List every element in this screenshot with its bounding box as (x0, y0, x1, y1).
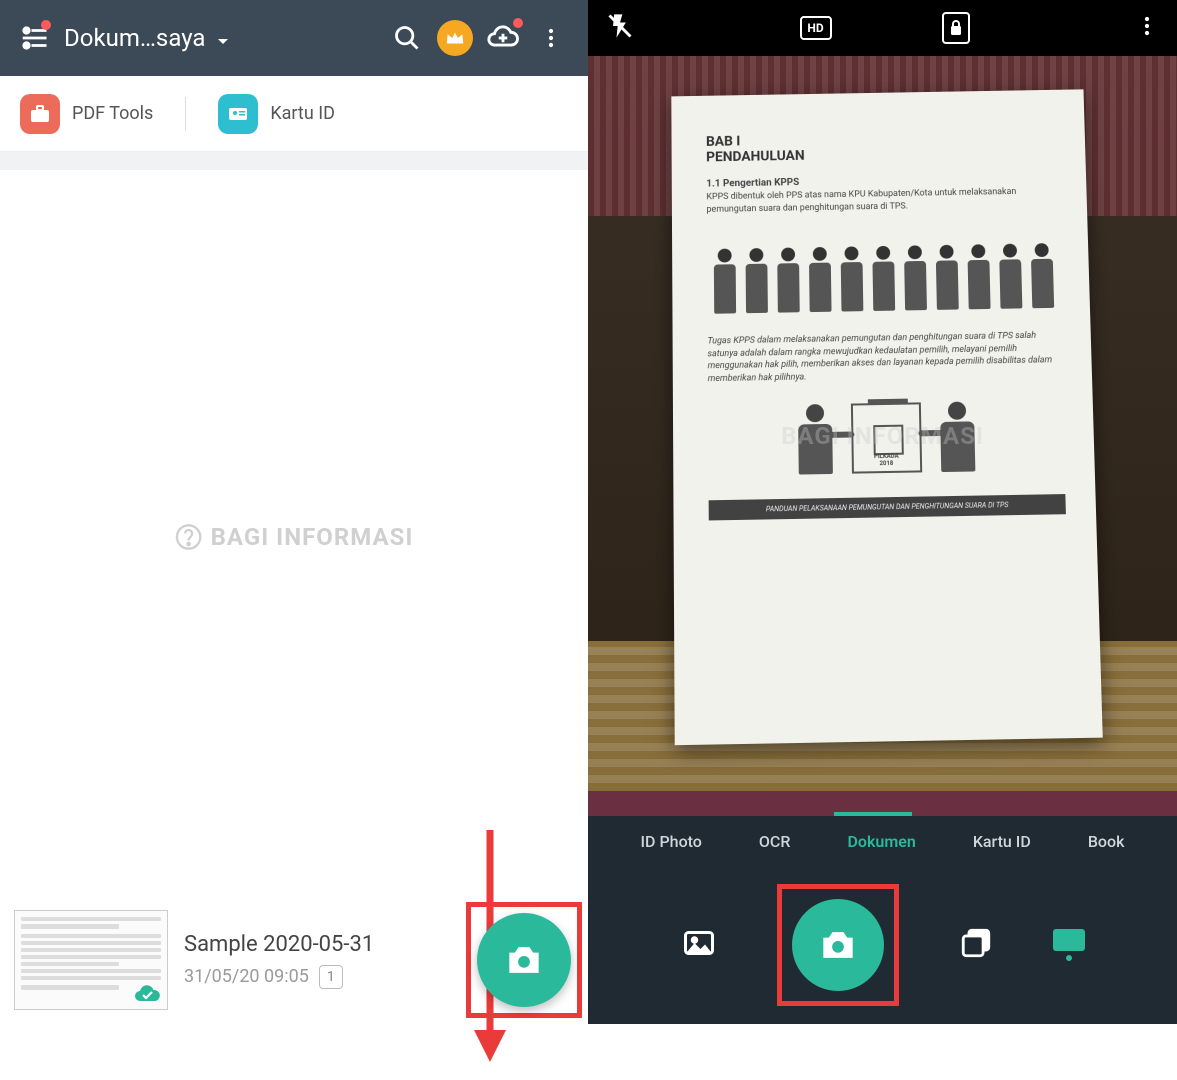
mode-ocr[interactable]: OCR (759, 832, 791, 851)
active-tab-indicator (834, 812, 912, 816)
illustration-people-row (706, 224, 1060, 318)
id-card-icon (218, 94, 258, 134)
camera-icon (816, 923, 860, 967)
doc-para2: Tugas KPPS dalam melaksanakan pemungutan… (707, 330, 1062, 386)
camera-icon (502, 938, 546, 982)
app-header: Dokum…saya (0, 0, 588, 76)
pdf-tools-button[interactable]: PDF Tools (20, 94, 153, 134)
cloud-upload-button[interactable] (480, 15, 526, 61)
mode-idphoto[interactable]: ID Photo (641, 832, 702, 851)
gallery-button[interactable] (681, 925, 717, 965)
id-card-label: Kartu ID (270, 103, 335, 124)
mode-book[interactable]: Book (1088, 832, 1125, 851)
watermark: BAGI INFORMASI (781, 422, 984, 450)
document-list-area: BAGI INFORMASI (0, 170, 588, 904)
single-page-toggle[interactable] (1053, 929, 1085, 961)
multi-page-button[interactable] (959, 926, 993, 964)
left-screenshot: Dokum…saya (0, 0, 588, 1024)
premium-button[interactable] (432, 15, 478, 61)
camera-more-button[interactable] (1135, 14, 1159, 42)
mode-dokumen[interactable]: Dokumen (847, 832, 915, 851)
page-count-badge: 1 (319, 965, 343, 989)
chevron-down-icon (217, 24, 229, 52)
notification-badge (41, 20, 51, 30)
document-datetime: 31/05/20 09:05 (184, 966, 309, 987)
briefcase-icon (20, 94, 60, 134)
shutter-button[interactable] (792, 899, 884, 991)
cloud-check-icon (133, 983, 163, 1005)
tool-row: PDF Tools Kartu ID (0, 76, 588, 152)
folder-title: Dokum…saya (64, 24, 205, 52)
id-card-button[interactable]: Kartu ID (218, 94, 335, 134)
document-thumbnail (14, 910, 168, 1010)
shutter-highlight (777, 884, 899, 1006)
scan-mode-tabs: ID Photo OCR Dokumen Kartu ID Book (588, 816, 1177, 866)
camera-viewfinder[interactable]: BAB I PENDAHULUAN 1.1 Pengertian KPPS KP… (588, 56, 1177, 816)
orientation-lock[interactable] (942, 12, 970, 44)
doc-line1: KPPS dibentuk oleh PPS atas nama KPU Kab… (706, 185, 1057, 216)
scan-fab-button[interactable] (477, 913, 571, 1007)
more-button[interactable] (528, 15, 574, 61)
hd-toggle[interactable]: HD (800, 16, 832, 40)
pdf-tools-label: PDF Tools (72, 103, 153, 124)
scanned-document: BAB I PENDAHULUAN 1.1 Pengertian KPPS KP… (671, 89, 1102, 745)
doc-footer: PANDUAN PELAKSANAAN PEMUNGUTAN DAN PENGH… (708, 494, 1065, 520)
folder-dropdown[interactable]: Dokum…saya (64, 24, 229, 52)
fab-highlight (466, 902, 582, 1018)
menu-button[interactable] (14, 18, 54, 58)
mode-kartuid[interactable]: Kartu ID (973, 832, 1031, 851)
section-divider (0, 152, 588, 170)
camera-bottom-bar (588, 866, 1177, 1024)
camera-top-bar: HD (588, 0, 1177, 56)
search-button[interactable] (384, 15, 430, 61)
watermark-text: BAGI INFORMASI (211, 523, 414, 551)
watermark: BAGI INFORMASI (175, 523, 414, 551)
divider (185, 97, 186, 131)
right-screenshot: HD BAB I PENDAHULUAN 1.1 Pengertian KPPS… (588, 0, 1177, 1024)
flash-off-button[interactable] (606, 12, 634, 44)
cloud-badge (513, 18, 523, 28)
